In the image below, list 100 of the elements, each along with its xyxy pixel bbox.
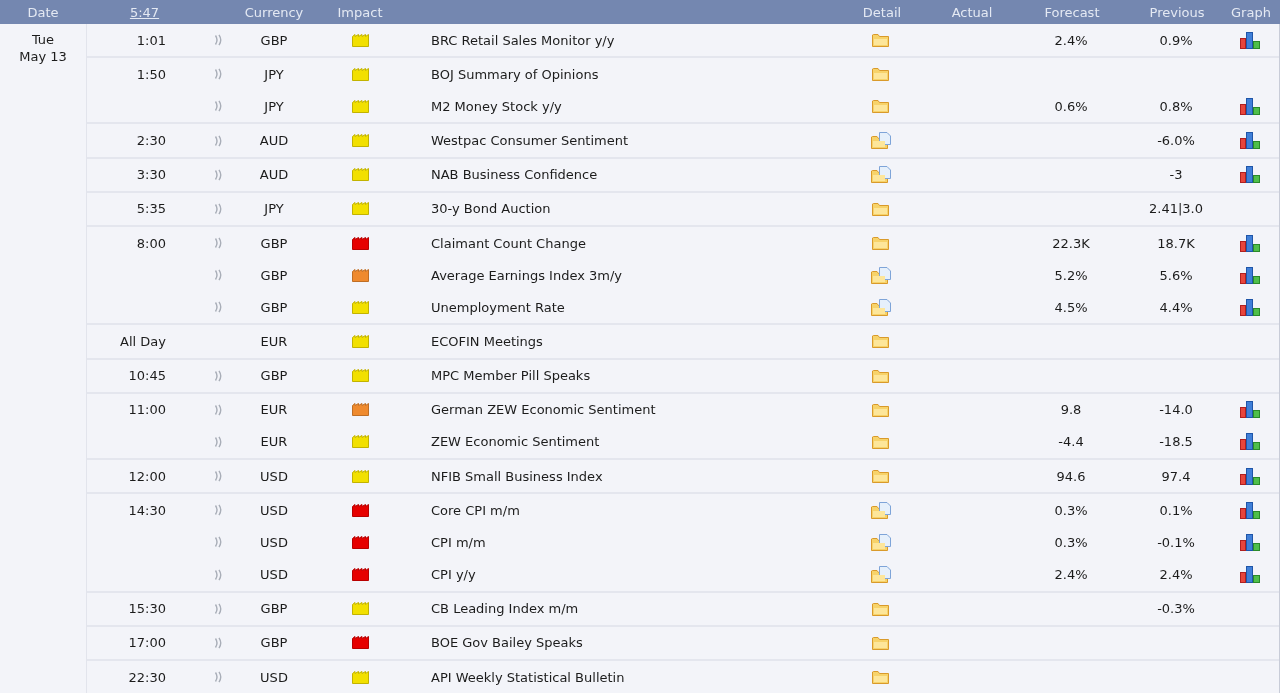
event-title[interactable]: NFIB Small Business Index [431, 468, 603, 484]
bar-chart-icon[interactable] [1240, 132, 1260, 150]
bar-chart-icon[interactable] [1240, 97, 1260, 115]
folder-document-icon[interactable] [871, 298, 891, 316]
folder-icon[interactable] [872, 600, 890, 617]
currency-code: GBP [260, 368, 288, 384]
event-title[interactable]: NAB Business Confidence [431, 167, 598, 183]
bar-chart-icon[interactable] [1240, 31, 1260, 49]
folder-icon[interactable] [872, 66, 890, 83]
bar-chart-icon[interactable] [1240, 533, 1260, 551]
event-title[interactable]: Westpac Consumer Sentiment [431, 133, 629, 149]
event-title[interactable]: API Weekly Statistical Bulletin [431, 669, 625, 685]
bar-chart-icon[interactable] [1240, 298, 1260, 316]
bar-chart-icon[interactable] [1240, 166, 1260, 184]
previous-value: 0.8% [1159, 98, 1193, 114]
folder-document-icon[interactable] [871, 266, 891, 284]
event-time: 12:00 [128, 468, 166, 484]
folder-document-icon[interactable] [871, 132, 891, 150]
event-title[interactable]: CPI m/m [431, 534, 486, 550]
column-header: Actual [951, 4, 993, 20]
sound-icon[interactable] [213, 504, 223, 517]
previous-value: -0.1% [1157, 534, 1195, 550]
sound-icon[interactable] [213, 369, 223, 382]
folder-icon[interactable] [872, 200, 890, 217]
bar-chart-icon[interactable] [1240, 266, 1260, 284]
folder-icon[interactable] [872, 235, 890, 251]
folder-icon[interactable] [872, 634, 890, 651]
currency-code: GBP [260, 267, 288, 283]
event-title[interactable]: MPC Member Pill Speaks [431, 368, 591, 384]
sound-icon[interactable] [213, 636, 223, 649]
currency-code: USD [260, 502, 288, 518]
sound-icon[interactable] [213, 202, 223, 215]
bar-chart-icon[interactable] [1240, 401, 1260, 419]
folder-icon[interactable] [872, 98, 890, 115]
event-title[interactable]: BOE Gov Bailey Speaks [431, 635, 583, 651]
bar-chart-icon[interactable] [1240, 467, 1260, 485]
sound-icon[interactable] [213, 568, 223, 581]
bar-chart-icon[interactable] [1240, 566, 1260, 584]
sound-icon[interactable] [213, 269, 223, 282]
bar-chart-icon[interactable] [1240, 234, 1260, 252]
sound-icon[interactable] [213, 68, 223, 81]
previous-value: 4.4% [1159, 299, 1193, 315]
sound-icon[interactable] [213, 100, 223, 113]
sound-icon[interactable] [213, 403, 223, 416]
sound-icon[interactable] [213, 134, 223, 147]
previous-value: 2.4% [1159, 567, 1193, 583]
previous-value: 18.7K [1157, 235, 1195, 251]
sound-icon[interactable] [213, 671, 223, 684]
folder-icon[interactable] [872, 333, 890, 350]
event-title[interactable]: BRC Retail Sales Monitor y/y [431, 32, 615, 48]
folder-document-icon[interactable] [871, 566, 891, 584]
currency-code: GBP [260, 32, 288, 48]
event-title[interactable]: CB Leading Index m/m [431, 601, 579, 617]
sound-icon[interactable] [213, 237, 223, 249]
event-title[interactable]: ZEW Economic Sentiment [431, 434, 600, 450]
bar-chart-icon[interactable] [1240, 501, 1260, 519]
sound-icon[interactable] [213, 301, 223, 314]
event-time: 22:30 [128, 669, 166, 685]
event-title[interactable]: 30-y Bond Auction [431, 201, 551, 217]
previous-value: -0.3% [1157, 601, 1195, 617]
date-text: Tue [31, 32, 55, 47]
folder-icon[interactable] [872, 367, 890, 384]
event-time: 17:00 [128, 635, 166, 651]
sound-icon[interactable] [213, 470, 223, 483]
previous-value: 0.1% [1159, 502, 1193, 518]
event-time: 5:35 [136, 201, 166, 217]
event-title[interactable]: Core CPI m/m [431, 502, 520, 518]
folder-icon[interactable] [872, 669, 890, 686]
folder-document-icon[interactable] [871, 501, 891, 519]
event-title[interactable]: German ZEW Economic Sentiment [431, 402, 656, 418]
sound-icon[interactable] [213, 435, 223, 448]
folder-document-icon[interactable] [871, 166, 891, 184]
folder-icon[interactable] [872, 32, 890, 49]
folder-icon[interactable] [872, 433, 890, 450]
event-title[interactable]: M2 Money Stock y/y [431, 98, 562, 114]
event-time: 3:30 [136, 167, 166, 183]
previous-value: 2.41|3.0 [1149, 201, 1203, 217]
event-title[interactable]: Claimant Count Change [431, 235, 586, 251]
sound-icon[interactable] [213, 168, 223, 181]
currency-code: USD [260, 534, 288, 550]
currency-code: GBP [260, 299, 288, 315]
event-time: 14:30 [128, 502, 166, 518]
folder-icon[interactable] [872, 468, 890, 485]
column-header: Previous [1149, 4, 1205, 20]
forecast-value: 2.4% [1054, 567, 1088, 583]
event-title[interactable]: Average Earnings Index 3m/y [431, 267, 622, 283]
event-time: 8:00 [136, 235, 166, 251]
event-title[interactable]: ECOFIN Meetings [431, 334, 543, 349]
folder-document-icon[interactable] [871, 533, 891, 551]
column-header: Impact [337, 4, 383, 20]
sound-icon[interactable] [213, 602, 223, 615]
event-time: 2:30 [136, 133, 166, 149]
event-title[interactable]: CPI y/y [431, 567, 476, 583]
currency-code: EUR [260, 334, 288, 349]
sound-icon[interactable] [213, 34, 223, 47]
folder-icon[interactable] [872, 401, 890, 418]
event-title[interactable]: BOJ Summary of Opinions [431, 66, 599, 82]
sound-icon[interactable] [213, 536, 223, 549]
event-title[interactable]: Unemployment Rate [431, 299, 565, 315]
bar-chart-icon[interactable] [1240, 433, 1260, 451]
